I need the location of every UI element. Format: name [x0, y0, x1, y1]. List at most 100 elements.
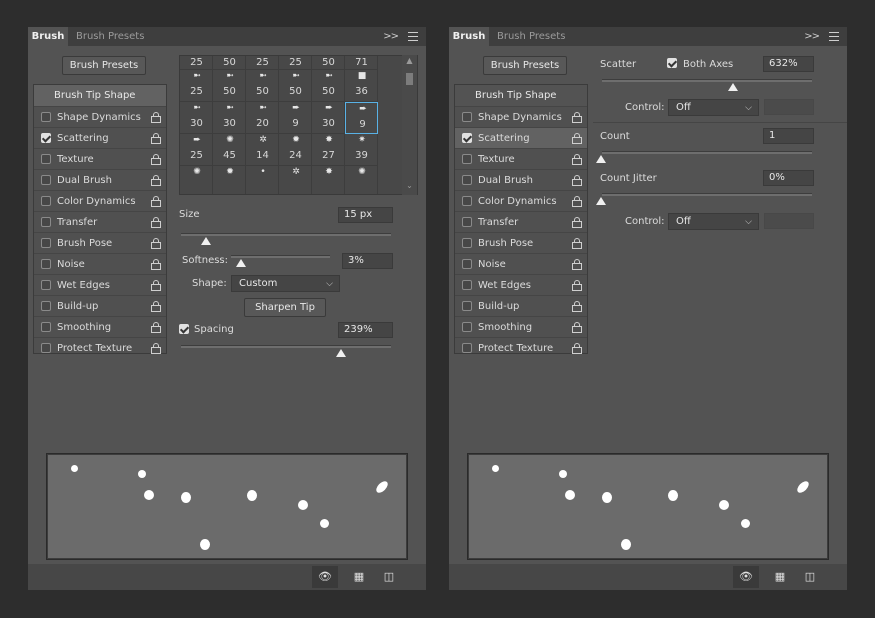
checkbox[interactable]: [41, 154, 51, 164]
checkbox[interactable]: [462, 175, 472, 185]
lock-icon[interactable]: [151, 133, 161, 144]
option-build-up[interactable]: Build-up: [34, 295, 166, 316]
panel-menu-icon[interactable]: [829, 32, 839, 41]
brush-tip-cell[interactable]: ■ 36: [345, 70, 378, 102]
brush-grid-icon[interactable]: ▦: [346, 566, 372, 588]
brush-tip-cell[interactable]: ➼ 50: [213, 70, 246, 102]
lock-icon[interactable]: [151, 175, 161, 186]
checkbox[interactable]: [462, 238, 472, 248]
option-build-up[interactable]: Build-up: [455, 295, 587, 316]
brush-tip-cell[interactable]: ➼ 50: [312, 70, 345, 102]
checkbox[interactable]: [41, 196, 51, 206]
brush-tip-cell[interactable]: ✺: [180, 166, 213, 194]
option-smoothing[interactable]: Smoothing: [455, 316, 587, 337]
brush-presets-button[interactable]: Brush Presets: [62, 56, 146, 75]
option-color-dynamics[interactable]: Color Dynamics: [455, 190, 587, 211]
checkbox[interactable]: [462, 259, 472, 269]
option-scattering[interactable]: Scattering: [455, 127, 587, 148]
count-control-select[interactable]: Off ⌵: [668, 213, 759, 230]
option-wet-edges[interactable]: Wet Edges: [34, 274, 166, 295]
lock-icon[interactable]: [151, 238, 161, 249]
checkbox-checked[interactable]: [462, 133, 472, 143]
brush-tip-cell[interactable]: ➼ 30: [213, 102, 246, 134]
brush-tip-cell[interactable]: ✸ 27: [312, 134, 345, 166]
size-slider-track[interactable]: [181, 233, 391, 236]
brush-tip-cell[interactable]: 25: [180, 56, 213, 70]
option-protect-texture[interactable]: Protect Texture: [34, 337, 166, 358]
lock-icon[interactable]: [151, 112, 161, 123]
tab-brush-presets[interactable]: Brush Presets: [76, 27, 144, 46]
size-field[interactable]: 15 px: [338, 207, 393, 223]
brush-tip-cell[interactable]: ✸: [312, 166, 345, 194]
scatter-slider-handle[interactable]: [728, 83, 738, 91]
brush-tip-cell[interactable]: 25: [279, 56, 312, 70]
spacing-checkbox-checked[interactable]: [179, 324, 189, 334]
checkbox[interactable]: [462, 112, 472, 122]
brush-tip-cell[interactable]: ➼ 30: [180, 102, 213, 134]
size-slider-handle[interactable]: [201, 237, 211, 245]
create-new-brush-icon[interactable]: ◫: [797, 566, 823, 588]
checkbox[interactable]: [41, 301, 51, 311]
option-brush-tip-shape[interactable]: Brush Tip Shape: [34, 85, 166, 106]
brush-tip-cell[interactable]: 50: [312, 56, 345, 70]
checkbox[interactable]: [41, 217, 51, 227]
brush-tip-cell[interactable]: 50: [213, 56, 246, 70]
lock-icon[interactable]: [572, 112, 582, 123]
tab-brush[interactable]: Brush: [28, 27, 68, 46]
lock-icon[interactable]: [572, 343, 582, 354]
lock-icon[interactable]: [151, 301, 161, 312]
checkbox[interactable]: [41, 238, 51, 248]
checkbox[interactable]: [462, 196, 472, 206]
count-slider-handle[interactable]: [596, 155, 606, 163]
checkbox[interactable]: [462, 280, 472, 290]
option-protect-texture[interactable]: Protect Texture: [455, 337, 587, 358]
scatter-field[interactable]: 632%: [763, 56, 814, 72]
spacing-slider-track[interactable]: [181, 345, 391, 348]
brush-tip-cell[interactable]: 25: [246, 56, 279, 70]
lock-icon[interactable]: [572, 238, 582, 249]
count-field[interactable]: 1: [763, 128, 814, 144]
brush-tip-cell[interactable]: •: [246, 166, 279, 194]
lock-icon[interactable]: [151, 217, 161, 228]
option-brush-tip-shape[interactable]: Brush Tip Shape: [455, 85, 587, 106]
checkbox[interactable]: [462, 322, 472, 332]
count-jitter-slider-handle[interactable]: [596, 197, 606, 205]
option-shape-dynamics[interactable]: Shape Dynamics: [34, 106, 166, 127]
scatter-slider-track[interactable]: [602, 79, 812, 82]
brush-tip-cell[interactable]: ➼ 50: [246, 70, 279, 102]
collapse-chevron-icon[interactable]: >>: [383, 27, 399, 46]
option-color-dynamics[interactable]: Color Dynamics: [34, 190, 166, 211]
toggle-live-tip-preview-icon[interactable]: 👁: [733, 566, 759, 588]
count-jitter-slider-track[interactable]: [602, 193, 812, 196]
lock-icon[interactable]: [151, 322, 161, 333]
softness-slider-track[interactable]: [231, 255, 330, 258]
checkbox[interactable]: [41, 112, 51, 122]
lock-icon[interactable]: [572, 322, 582, 333]
tab-brush-presets[interactable]: Brush Presets: [497, 27, 565, 46]
lock-icon[interactable]: [572, 259, 582, 270]
softness-field[interactable]: 3%: [342, 253, 393, 269]
checkbox[interactable]: [462, 217, 472, 227]
lock-icon[interactable]: [572, 217, 582, 228]
option-brush-pose[interactable]: Brush Pose: [455, 232, 587, 253]
brush-tip-cell[interactable]: ✹: [213, 166, 246, 194]
brush-tip-cell-selected[interactable]: ➨ 9: [345, 102, 378, 134]
checkbox[interactable]: [41, 280, 51, 290]
lock-icon[interactable]: [151, 343, 161, 354]
option-noise[interactable]: Noise: [34, 253, 166, 274]
checkbox[interactable]: [462, 154, 472, 164]
option-smoothing[interactable]: Smoothing: [34, 316, 166, 337]
checkbox[interactable]: [462, 301, 472, 311]
option-transfer[interactable]: Transfer: [34, 211, 166, 232]
brush-grid-scrollbar[interactable]: ▲ ⌄: [402, 55, 417, 195]
scroll-thumb[interactable]: [406, 73, 413, 85]
lock-icon[interactable]: [151, 280, 161, 291]
option-texture[interactable]: Texture: [455, 148, 587, 169]
lock-icon[interactable]: [572, 133, 582, 144]
option-scattering[interactable]: Scattering: [34, 127, 166, 148]
option-brush-pose[interactable]: Brush Pose: [34, 232, 166, 253]
brush-tip-cell[interactable]: ➼ 20: [246, 102, 279, 134]
toggle-live-tip-preview-icon[interactable]: 👁: [312, 566, 338, 588]
both-axes-checkbox-checked[interactable]: [667, 58, 677, 68]
lock-icon[interactable]: [572, 301, 582, 312]
